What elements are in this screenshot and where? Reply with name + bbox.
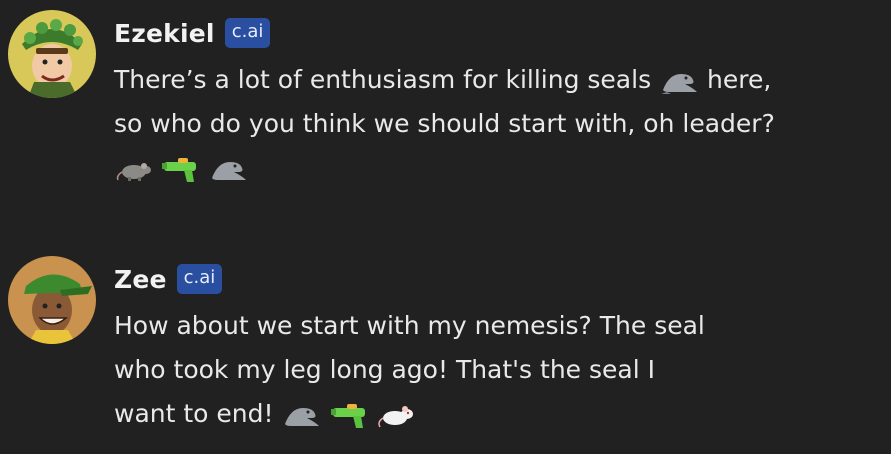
message-line: who took my leg long ago! That's the sea…: [114, 355, 655, 384]
message-line: How about we start with my nemesis? The …: [114, 311, 705, 340]
seal-icon: [281, 402, 321, 428]
message-line: want to end!: [114, 399, 274, 428]
rat-icon: [377, 402, 415, 428]
water-pistol-icon: [160, 156, 200, 182]
message-line: There’s a lot of enthusiasm for killing …: [114, 65, 652, 94]
water-pistol-icon: [329, 402, 369, 428]
author-name[interactable]: Ezekiel: [114, 19, 215, 48]
message-line: here,: [707, 65, 772, 94]
avatar-zee[interactable]: [8, 256, 96, 344]
author-name[interactable]: Zee: [114, 265, 167, 294]
seal-icon: [208, 156, 248, 182]
seal-icon: [659, 68, 699, 94]
cai-badge: c.ai: [224, 18, 271, 48]
message-line: so who do you think we should start with…: [114, 109, 775, 138]
message-text: How about we start with my nemesis? The …: [114, 304, 884, 436]
message-text: There’s a lot of enthusiasm for killing …: [114, 58, 884, 190]
rat-icon: [114, 156, 152, 182]
cai-badge: c.ai: [176, 264, 223, 294]
avatar-ezekiel[interactable]: [8, 10, 96, 98]
